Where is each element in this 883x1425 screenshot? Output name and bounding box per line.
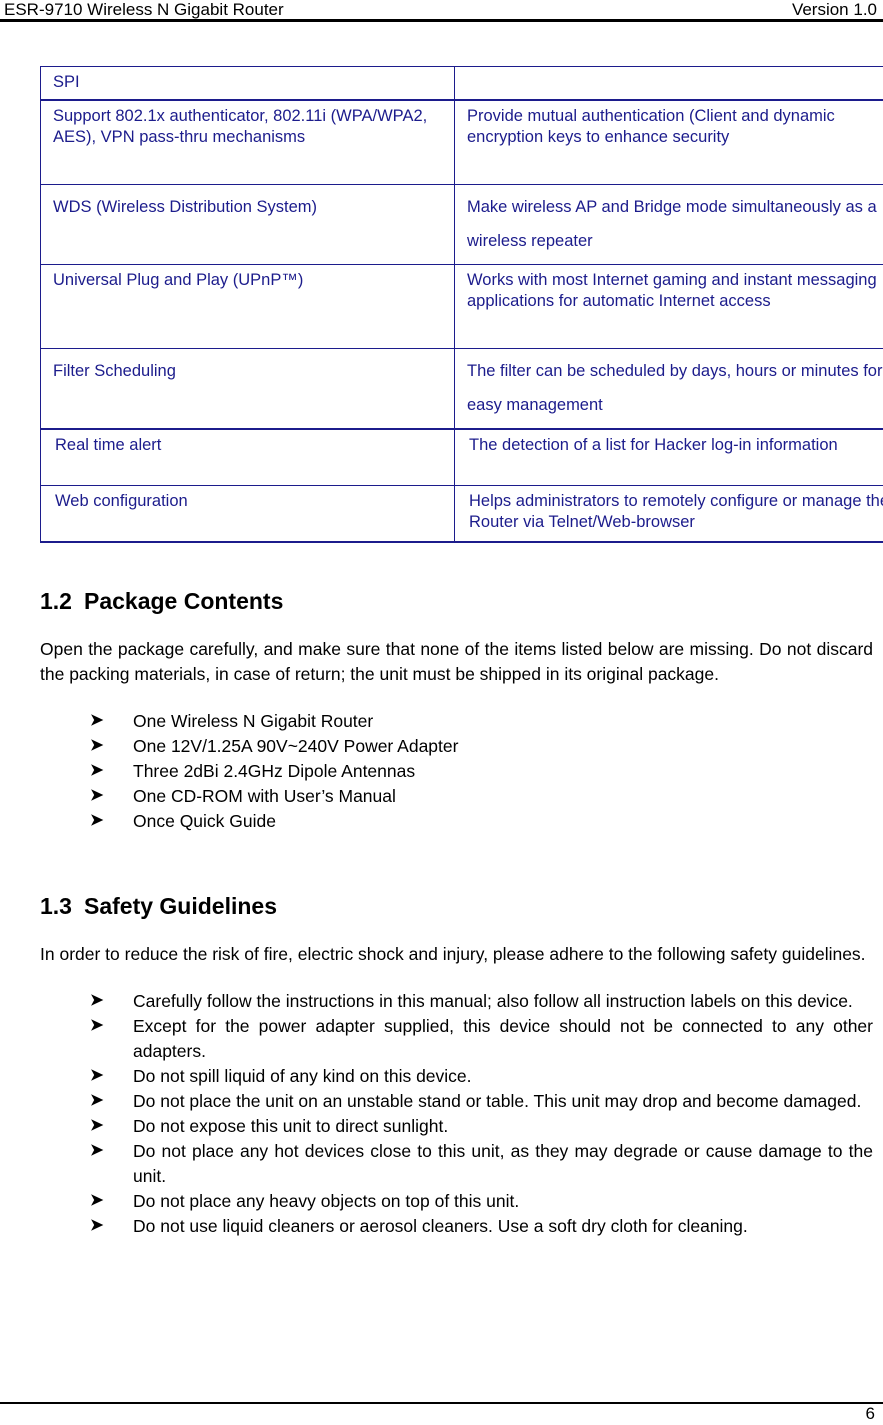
table-cell-description: The filter can be scheduled by days, hou… [454, 348, 883, 430]
package-contents-list: ➤ One Wireless N Gigabit Router ➤ One 12… [40, 709, 873, 834]
list-item: ➤ Do not place any hot devices close to … [40, 1139, 873, 1189]
header-document-title: ESR-9710 Wireless N Gigabit Router [4, 0, 284, 19]
arrow-bullet-icon: ➤ [90, 737, 104, 754]
section-number: 1.2 [40, 588, 72, 614]
arrow-bullet-icon: ➤ [90, 1117, 104, 1134]
header-version-label: Version 1.0 [791, 0, 877, 19]
footer-page-number: 6 [865, 1404, 875, 1423]
section-title: Package Contents [83, 588, 284, 614]
table-cell-feature: WDS (Wireless Distribution System) [40, 184, 455, 265]
arrow-bullet-icon: ➤ [90, 762, 104, 779]
list-item: ➤ One 12V/1.25A 90V~240V Power Adapter [40, 734, 873, 759]
arrow-bullet-icon: ➤ [90, 712, 104, 729]
list-item-label: Except for the power adapter supplied, t… [133, 1016, 873, 1061]
list-item: ➤ Do not expose this unit to direct sunl… [40, 1114, 873, 1139]
list-item-label: Carefully follow the instructions in thi… [133, 991, 853, 1011]
section-heading-package-contents: 1.2 Package Contents [40, 587, 873, 615]
table-row: WDS (Wireless Distribution System) Make … [40, 184, 883, 265]
arrow-bullet-icon: ➤ [90, 1092, 104, 1109]
table-row: Support 802.1x authenticator, 802.11i (W… [40, 99, 883, 185]
arrow-bullet-icon: ➤ [90, 1017, 104, 1034]
list-item-label: Do not place the unit on an unstable sta… [133, 1091, 862, 1111]
list-item: ➤ Once Quick Guide [40, 809, 873, 834]
table-cell-feature: Web configuration [40, 485, 455, 543]
table-row: Filter Scheduling The filter can be sche… [40, 348, 883, 430]
list-item-label: Do not place any hot devices close to th… [133, 1141, 873, 1186]
package-contents-intro-paragraph: Open the package carefully, and make sur… [40, 639, 873, 684]
list-item-label: Three 2dBi 2.4GHz Dipole Antennas [133, 761, 416, 781]
safety-guidelines-intro-paragraph: In order to reduce the risk of fire, ele… [40, 944, 866, 964]
arrow-bullet-icon: ➤ [90, 992, 104, 1009]
safety-guidelines-list: ➤ Carefully follow the instructions in t… [40, 989, 873, 1239]
table-cell-feature: Universal Plug and Play (UPnP™) [40, 264, 455, 349]
table-cell-description [454, 66, 883, 101]
arrow-bullet-icon: ➤ [90, 1142, 104, 1159]
list-item: ➤ Carefully follow the instructions in t… [40, 989, 873, 1014]
table-cell-description: The detection of a list for Hacker log-i… [454, 428, 883, 486]
list-item-label: Do not place any heavy objects on top of… [133, 1191, 520, 1211]
arrow-bullet-icon: ➤ [90, 1217, 104, 1234]
list-item-label: Once Quick Guide [133, 811, 276, 831]
table-row: Real time alert The detection of a list … [40, 428, 883, 486]
page-content: SPI Support 802.1x authenticator, 802.11… [40, 66, 883, 1239]
header-divider-rule [0, 19, 883, 22]
list-item: ➤ Do not place the unit on an unstable s… [40, 1089, 873, 1114]
table-cell-feature: Filter Scheduling [40, 348, 455, 430]
list-item-label: One Wireless N Gigabit Router [133, 711, 374, 731]
list-item: ➤ Except for the power adapter supplied,… [40, 1014, 873, 1064]
list-item-label: One 12V/1.25A 90V~240V Power Adapter [133, 736, 459, 756]
section-heading-safety-guidelines: 1.3 Safety Guidelines [40, 892, 873, 920]
footer-divider-rule [0, 1402, 883, 1404]
arrow-bullet-icon: ➤ [90, 1192, 104, 1209]
table-cell-description: Helps administrators to remotely configu… [454, 485, 883, 543]
arrow-bullet-icon: ➤ [90, 1067, 104, 1084]
list-item: ➤ Do not spill liquid of any kind on thi… [40, 1064, 873, 1089]
list-item-label: Do not spill liquid of any kind on this … [133, 1066, 472, 1086]
list-item: ➤ Do not use liquid cleaners or aerosol … [40, 1214, 873, 1239]
list-item: ➤ One CD-ROM with User’s Manual [40, 784, 873, 809]
list-item: ➤ Three 2dBi 2.4GHz Dipole Antennas [40, 759, 873, 784]
table-row: Universal Plug and Play (UPnP™) Works wi… [40, 264, 883, 349]
list-item-label: Do not use liquid cleaners or aerosol cl… [133, 1216, 748, 1236]
table-cell-description: Works with most Internet gaming and inst… [454, 264, 883, 349]
table-cell-feature: SPI [40, 66, 455, 101]
table-cell-feature: Real time alert [40, 428, 455, 486]
feature-specification-table: SPI Support 802.1x authenticator, 802.11… [40, 66, 883, 543]
table-row: Web configuration Helps administrators t… [40, 485, 883, 543]
table-cell-feature: Support 802.1x authenticator, 802.11i (W… [40, 99, 455, 185]
list-item-label: Do not expose this unit to direct sunlig… [133, 1116, 449, 1136]
table-cell-description: Make wireless AP and Bridge mode simulta… [454, 184, 883, 265]
list-item: ➤ One Wireless N Gigabit Router [40, 709, 873, 734]
arrow-bullet-icon: ➤ [90, 787, 104, 804]
arrow-bullet-icon: ➤ [90, 812, 104, 829]
table-cell-description: Provide mutual authentication (Client an… [454, 99, 883, 185]
list-item: ➤ Do not place any heavy objects on top … [40, 1189, 873, 1214]
list-item-label: One CD-ROM with User’s Manual [133, 786, 396, 806]
section-number: 1.3 [40, 893, 72, 919]
section-title: Safety Guidelines [83, 893, 277, 919]
table-row: SPI [40, 66, 883, 101]
